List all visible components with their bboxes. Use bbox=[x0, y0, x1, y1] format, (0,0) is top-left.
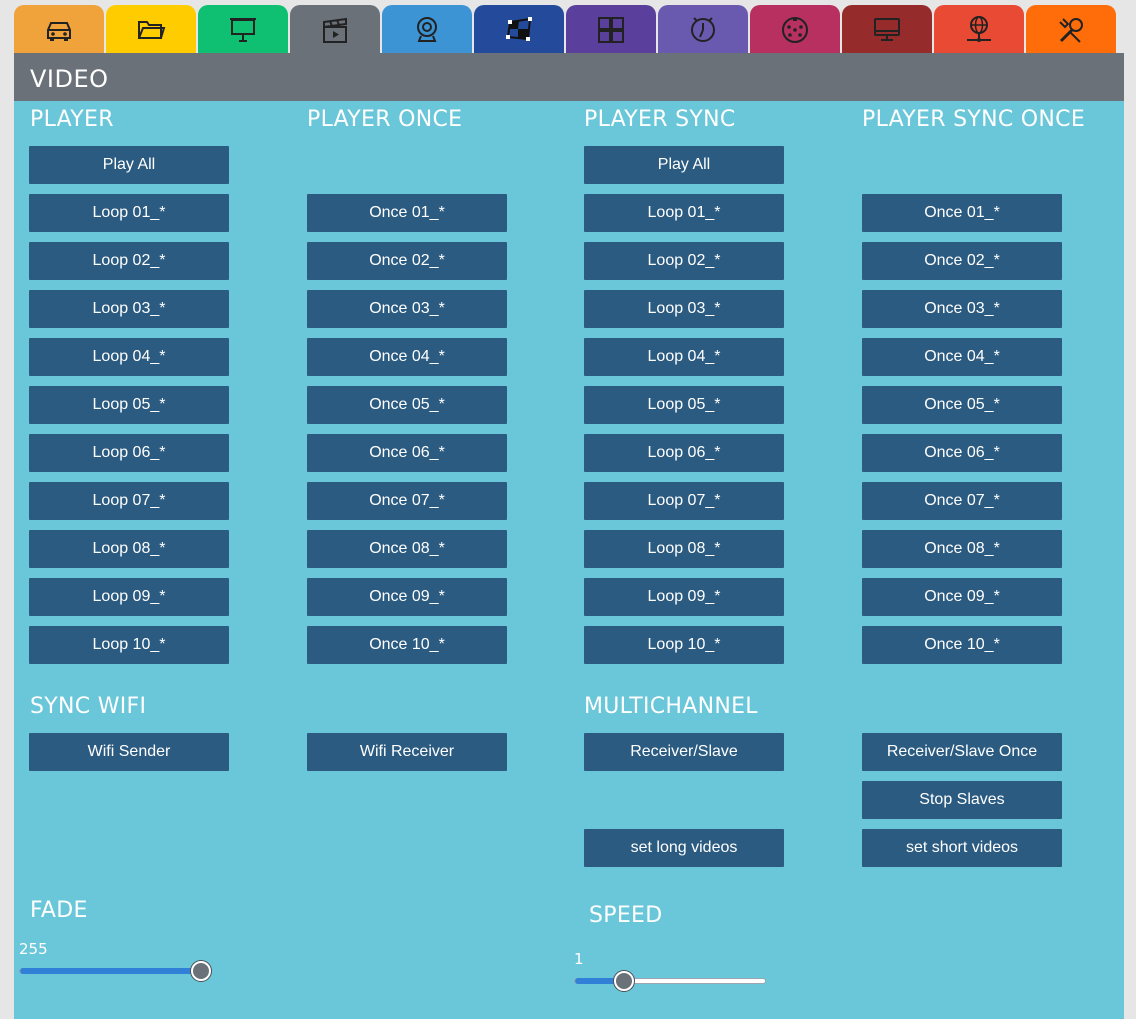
player-sync-loop-03-button[interactable]: Loop 03_* bbox=[584, 290, 784, 328]
section-title-player: PLAYER bbox=[30, 107, 114, 132]
section-title-player-sync: PLAYER SYNC bbox=[584, 107, 736, 132]
player-sync-once-04-button[interactable]: Once 04_* bbox=[862, 338, 1062, 376]
grid-icon bbox=[598, 17, 624, 43]
tab-clapperboard[interactable] bbox=[290, 5, 380, 54]
tab-folder[interactable] bbox=[106, 5, 196, 53]
player-loop-09-button[interactable]: Loop 09_* bbox=[29, 578, 229, 616]
tab-monitor[interactable] bbox=[842, 5, 932, 53]
player-loop-02-button[interactable]: Loop 02_* bbox=[29, 242, 229, 280]
player-sync-loop-07-button[interactable]: Loop 07_* bbox=[584, 482, 784, 520]
player-loop-06-button[interactable]: Loop 06_* bbox=[29, 434, 229, 472]
player-sync-once-01-button[interactable]: Once 01_* bbox=[862, 194, 1062, 232]
speed-slider-track[interactable] bbox=[574, 978, 766, 984]
receiver-slave-button[interactable]: Receiver/Slave bbox=[584, 733, 784, 771]
player-once-01-button[interactable]: Once 01_* bbox=[307, 194, 507, 232]
player-play-all-button[interactable]: Play All bbox=[29, 146, 229, 184]
player-sync-loop-04-button[interactable]: Loop 04_* bbox=[584, 338, 784, 376]
player-once-06-button[interactable]: Once 06_* bbox=[307, 434, 507, 472]
section-title-player-once: PLAYER ONCE bbox=[307, 107, 463, 132]
player-once-03-button[interactable]: Once 03_* bbox=[307, 290, 507, 328]
tab-projector-screen[interactable] bbox=[198, 5, 288, 53]
tab-bar bbox=[14, 5, 1124, 54]
fade-slider-fill bbox=[20, 968, 202, 974]
car-icon bbox=[47, 22, 71, 41]
player-once-02-button[interactable]: Once 02_* bbox=[307, 242, 507, 280]
fade-slider-thumb[interactable] bbox=[191, 961, 211, 981]
section-title-fade: FADE bbox=[30, 898, 88, 923]
speed-slider-thumb[interactable] bbox=[613, 971, 634, 991]
player-sync-once-02-button[interactable]: Once 02_* bbox=[862, 242, 1062, 280]
player-loop-03-button[interactable]: Loop 03_* bbox=[29, 290, 229, 328]
set-long-videos-button[interactable]: set long videos bbox=[584, 829, 784, 867]
page-header: VIDEO bbox=[14, 53, 1124, 101]
fade-slider-track[interactable] bbox=[19, 968, 202, 974]
player-sync-once-08-button[interactable]: Once 08_* bbox=[862, 530, 1062, 568]
player-loop-08-button[interactable]: Loop 08_* bbox=[29, 530, 229, 568]
section-title-player-sync-once: PLAYER SYNC ONCE bbox=[862, 107, 1086, 132]
tab-network-globe[interactable] bbox=[934, 5, 1024, 53]
player-sync-once-06-button[interactable]: Once 06_* bbox=[862, 434, 1062, 472]
wifi-sender-button[interactable]: Wifi Sender bbox=[29, 733, 229, 771]
player-sync-loop-06-button[interactable]: Loop 06_* bbox=[584, 434, 784, 472]
section-title-multichannel: MULTICHANNEL bbox=[584, 694, 758, 719]
player-sync-loop-02-button[interactable]: Loop 02_* bbox=[584, 242, 784, 280]
player-sync-loop-08-button[interactable]: Loop 08_* bbox=[584, 530, 784, 568]
player-once-07-button[interactable]: Once 07_* bbox=[307, 482, 507, 520]
player-once-08-button[interactable]: Once 08_* bbox=[307, 530, 507, 568]
folder-icon bbox=[138, 21, 166, 39]
fade-value: 255 bbox=[19, 940, 48, 958]
player-once-04-button[interactable]: Once 04_* bbox=[307, 338, 507, 376]
tab-dmx-connector[interactable] bbox=[750, 5, 840, 53]
tab-tools[interactable] bbox=[1026, 5, 1116, 53]
player-loop-10-button[interactable]: Loop 10_* bbox=[29, 626, 229, 664]
player-sync-once-05-button[interactable]: Once 05_* bbox=[862, 386, 1062, 424]
player-sync-once-10-button[interactable]: Once 10_* bbox=[862, 626, 1062, 664]
player-loop-07-button[interactable]: Loop 07_* bbox=[29, 482, 229, 520]
receiver-slave-once-button[interactable]: Receiver/Slave Once bbox=[862, 733, 1062, 771]
transform-grid-icon bbox=[506, 17, 532, 41]
video-panel: PLAYER PLAYER ONCE PLAYER SYNC PLAYER SY… bbox=[14, 101, 1124, 1019]
tools-icon bbox=[1059, 18, 1083, 43]
tab-grid[interactable] bbox=[566, 5, 656, 53]
player-sync-once-07-button[interactable]: Once 07_* bbox=[862, 482, 1062, 520]
clapperboard-icon bbox=[323, 17, 347, 43]
player-sync-once-03-button[interactable]: Once 03_* bbox=[862, 290, 1062, 328]
set-short-videos-button[interactable]: set short videos bbox=[862, 829, 1062, 867]
player-loop-04-button[interactable]: Loop 04_* bbox=[29, 338, 229, 376]
speed-value: 1 bbox=[574, 950, 584, 968]
network-globe-icon bbox=[967, 16, 991, 42]
player-sync-loop-10-button[interactable]: Loop 10_* bbox=[584, 626, 784, 664]
player-once-05-button[interactable]: Once 05_* bbox=[307, 386, 507, 424]
player-sync-play-all-button[interactable]: Play All bbox=[584, 146, 784, 184]
player-sync-loop-05-button[interactable]: Loop 05_* bbox=[584, 386, 784, 424]
section-title-speed: SPEED bbox=[589, 903, 663, 928]
wifi-receiver-button[interactable]: Wifi Receiver bbox=[307, 733, 507, 771]
stop-slaves-button[interactable]: Stop Slaves bbox=[862, 781, 1062, 819]
page-title: VIDEO bbox=[30, 65, 109, 93]
player-once-09-button[interactable]: Once 09_* bbox=[307, 578, 507, 616]
tab-car[interactable] bbox=[14, 5, 104, 53]
player-loop-01-button[interactable]: Loop 01_* bbox=[29, 194, 229, 232]
timer-icon bbox=[691, 17, 715, 42]
player-once-10-button[interactable]: Once 10_* bbox=[307, 626, 507, 664]
webcam-icon bbox=[417, 17, 437, 42]
tab-timer[interactable] bbox=[658, 5, 748, 53]
tab-webcam[interactable] bbox=[382, 5, 472, 53]
player-sync-loop-01-button[interactable]: Loop 01_* bbox=[584, 194, 784, 232]
player-sync-once-09-button[interactable]: Once 09_* bbox=[862, 578, 1062, 616]
dmx-connector-icon bbox=[782, 17, 808, 43]
projector-screen-icon bbox=[230, 18, 256, 42]
player-sync-loop-09-button[interactable]: Loop 09_* bbox=[584, 578, 784, 616]
tab-transform-grid[interactable] bbox=[474, 5, 564, 53]
player-loop-05-button[interactable]: Loop 05_* bbox=[29, 386, 229, 424]
monitor-icon bbox=[874, 18, 900, 41]
section-title-sync-wifi: SYNC WIFI bbox=[30, 694, 147, 719]
